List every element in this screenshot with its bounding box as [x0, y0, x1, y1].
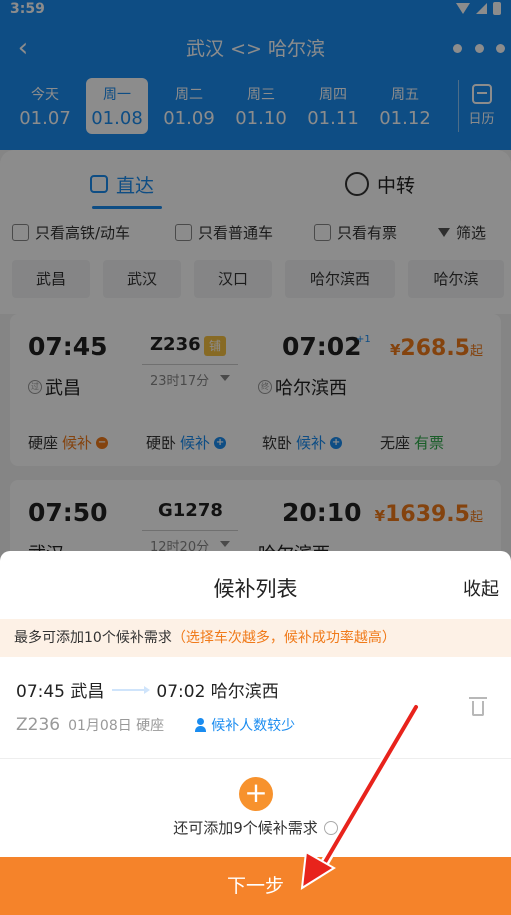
station-chips: 武昌 武汉 汉口 哈尔滨西 哈尔滨	[0, 250, 511, 314]
station-chip-hankou[interactable]: 汉口	[194, 260, 272, 298]
calendar-icon	[471, 84, 492, 104]
tab-direct[interactable]: 直达	[90, 166, 154, 202]
train-icon	[90, 175, 108, 193]
train-card[interactable]: 07:45 Z236 铺 23时17分 07:02 +1 过 武昌 终 哈尔滨西…	[10, 314, 501, 466]
date-item-0109[interactable]: 周二 01.09	[158, 78, 220, 134]
trash-icon	[469, 697, 487, 699]
checkbox[interactable]	[175, 224, 192, 241]
checkbox[interactable]	[12, 224, 29, 241]
seat-no-seat: 无座 有票	[380, 434, 445, 452]
add-waitlist-button[interactable]: +	[239, 777, 273, 811]
status-bar: 3:59	[0, 0, 511, 20]
calendar-button[interactable]: 日历	[458, 80, 504, 132]
date-item-0107[interactable]: 今天 01.07	[14, 78, 76, 134]
funnel-icon	[438, 228, 450, 237]
date-selector: 今天 01.07 周一 01.08 周二 01.09 周三 01.10 周四 0…	[0, 76, 511, 138]
tab-underline	[92, 206, 162, 209]
arrow-right-icon	[112, 685, 151, 694]
next-day-badge: +1	[356, 334, 371, 345]
route-tabs: 直达 中转	[0, 150, 511, 214]
pass-mark-icon: 过	[28, 380, 42, 394]
date-item-0112[interactable]: 周五 01.12	[374, 78, 436, 134]
station-chip-wuchang[interactable]: 武昌	[12, 260, 90, 298]
more-button[interactable]	[453, 36, 505, 60]
filter-button[interactable]: 筛选	[438, 222, 486, 243]
to-station: 终 哈尔滨西	[258, 374, 347, 400]
delete-button[interactable]	[469, 695, 487, 717]
train-number: Z236	[150, 334, 201, 355]
station-chip-harbin[interactable]: 哈尔滨	[408, 260, 504, 298]
date-item-0110[interactable]: 周三 01.10	[230, 78, 292, 134]
from-station: 过 武昌	[28, 374, 81, 400]
signal-icon	[476, 3, 487, 14]
terminal-mark-icon: 终	[258, 380, 272, 394]
departure-time: 07:50	[28, 498, 108, 527]
seat-hard-seat: 硬座 候补 −	[28, 434, 109, 452]
info-icon[interactable]	[323, 820, 338, 835]
checkbox[interactable]	[314, 224, 331, 241]
add-hint: 还可添加9个候补需求	[0, 817, 511, 838]
waitlist-item: 07:45 武昌 07:02 哈尔滨西 Z236 01月08日 硬座 候补人数较…	[0, 661, 511, 759]
price: ¥268.5起	[389, 336, 483, 361]
date-item-0111[interactable]: 周四 01.11	[302, 78, 364, 134]
filter-bar: 只看高铁/动车 只看普通车 只看有票 筛选	[0, 214, 511, 250]
waitlist-hint: 候补人数较少	[194, 715, 295, 735]
page-title: 武汉 <> 哈尔滨	[186, 38, 325, 60]
station-chip-harbin-west[interactable]: 哈尔滨西	[285, 260, 395, 298]
sheet-title: 候补列表	[213, 577, 298, 601]
date-item-0108[interactable]: 周一 01.08	[86, 78, 148, 134]
top-header: 3:59 ‹ 武汉 <> 哈尔滨 今天 01.07 周一 01.08 周二 01…	[0, 0, 511, 150]
waitlist-notice: 最多可添加10个候补需求（选择车次越多，候补成功率越高）	[0, 619, 511, 657]
seat-soft-sleeper: 软卧 候补 +	[262, 434, 343, 452]
battery-icon	[493, 2, 501, 15]
arrival-time: 20:10	[282, 498, 362, 527]
waitlist-meta: Z236 01月08日 硬座 候补人数较少	[16, 715, 296, 735]
seat-hard-sleeper: 硬卧 候补 +	[146, 434, 227, 452]
more-icon	[453, 43, 462, 53]
sleeper-tag: 铺	[204, 336, 226, 356]
waitlist-route: 07:45 武昌 07:02 哈尔滨西	[16, 682, 279, 702]
price: ¥1639.5起	[374, 502, 483, 527]
filter-high-speed[interactable]: 只看高铁/动车	[12, 222, 130, 243]
status-time: 3:59	[10, 1, 45, 17]
filter-normal-train[interactable]: 只看普通车	[175, 222, 273, 243]
wifi-icon	[456, 3, 470, 14]
departure-time: 07:45	[28, 332, 108, 361]
next-step-button[interactable]: 下一步	[0, 857, 511, 915]
train-number: G1278	[158, 500, 223, 521]
duration: 23时17分	[150, 374, 210, 389]
transfer-icon	[345, 172, 369, 196]
caret-down-icon[interactable]	[220, 375, 230, 381]
station-chip-wuhan[interactable]: 武汉	[103, 260, 181, 298]
caret-down-icon[interactable]	[220, 541, 230, 547]
waitlist-sheet: 候补列表 收起 最多可添加10个候补需求（选择车次越多，候补成功率越高） 07:…	[0, 551, 511, 915]
plus-icon: +	[244, 776, 268, 809]
arrival-time: 07:02	[282, 332, 362, 361]
nav-bar: ‹ 武汉 <> 哈尔滨	[0, 28, 511, 68]
filter-available[interactable]: 只看有票	[314, 222, 397, 243]
plus-icon: +	[214, 436, 227, 449]
tab-transfer[interactable]: 中转	[345, 166, 415, 202]
minus-icon: −	[96, 436, 109, 449]
collapse-button[interactable]: 收起	[463, 575, 499, 601]
people-icon	[194, 718, 207, 732]
plus-icon: +	[330, 436, 343, 449]
